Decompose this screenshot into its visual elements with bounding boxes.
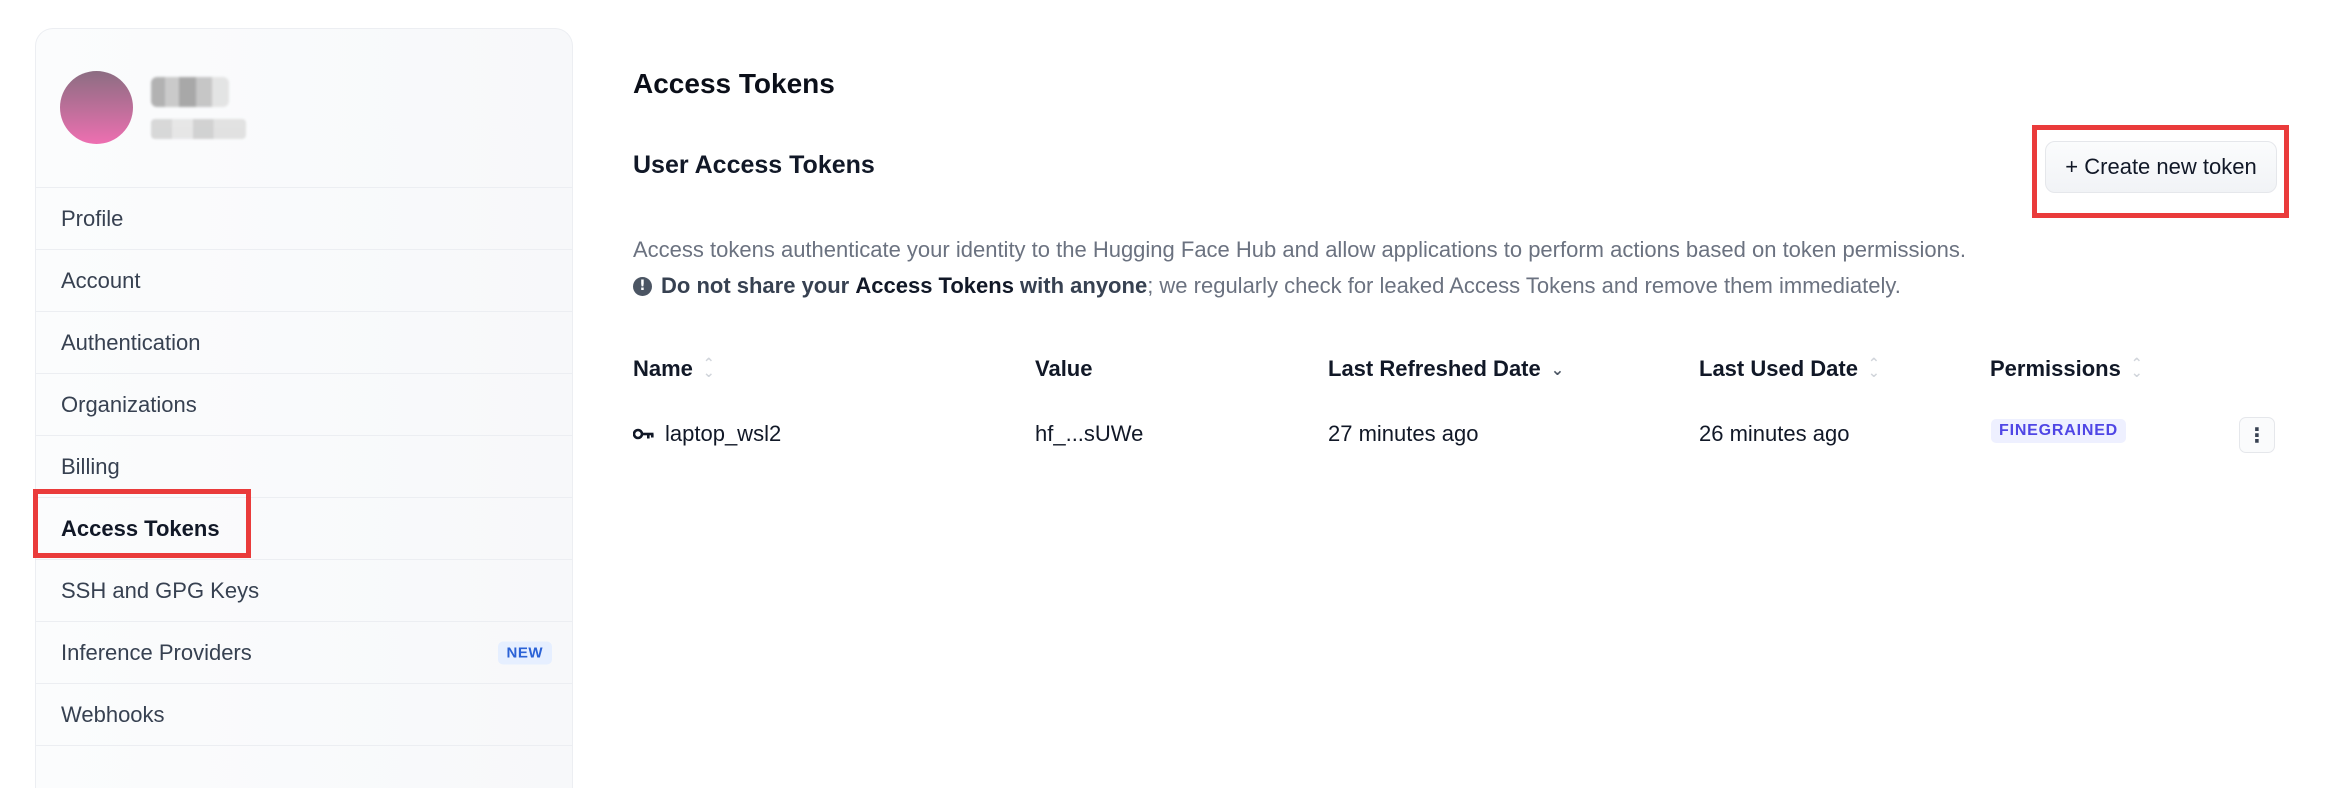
settings-sidebar: Profile Account Authentication Organizat… [35,28,573,788]
sidebar-item-access-tokens[interactable]: Access Tokens [36,498,572,560]
permission-cell: FINEGRAINED [1991,419,2127,443]
warning-part3: with anyone [1013,273,1148,298]
main-content: Access Tokens User Access Tokens + Creat… [633,0,2335,760]
sidebar-item-label: Authentication [61,329,201,355]
last-used-date: 26 minutes ago [1699,421,1850,446]
permission-badge: FINEGRAINED [1991,419,2127,443]
description: Access tokens authenticate your identity… [633,232,1966,304]
sidebar-item-label: Profile [61,205,124,231]
sidebar-item-label: Account [61,267,141,293]
more-options-button[interactable]: ⋮ [2239,417,2275,453]
column-header-last-refreshed[interactable]: Last Refreshed Date ⌄ [1328,356,1564,382]
warning-part2: Access Tokens [855,273,1014,298]
blurred-display-name [151,77,229,107]
profile-header [36,29,572,188]
sort-icon[interactable]: ⌃ ⌄ [1868,357,1880,380]
new-badge: NEW [497,641,552,664]
sidebar-item-inference-providers[interactable]: Inference Providers NEW [36,622,572,684]
sidebar-item-billing[interactable]: Billing [36,436,572,498]
avatar[interactable] [60,71,133,144]
sidebar-item-label: Organizations [61,391,197,417]
token-name-cell: laptop_wsl2 [633,421,781,447]
sidebar-item-authentication[interactable]: Authentication [36,312,572,374]
sidebar-item-ssh-gpg-keys[interactable]: SSH and GPG Keys [36,560,572,622]
warning-line: ! Do not share your Access Tokens with a… [633,268,1966,304]
column-header-label: Last Refreshed Date [1328,356,1541,381]
section-title: User Access Tokens [633,151,875,179]
sidebar-item-label: Access Tokens [61,515,220,541]
sort-descending-icon[interactable]: ⌄ [1551,361,1564,377]
blurred-username [151,119,246,139]
sidebar-item-organizations[interactable]: Organizations [36,374,572,436]
key-icon [633,427,655,441]
description-text: Access tokens authenticate your identity… [633,237,1966,262]
sort-icon[interactable]: ⌃ ⌄ [703,357,715,380]
sidebar-item-label: Billing [61,453,120,479]
column-header-label: Value [1035,356,1093,381]
exclamation-icon: ! [633,276,652,296]
column-header-value: Value [1035,356,1092,382]
column-header-permissions[interactable]: Permissions ⌃ ⌄ [1990,356,2143,382]
token-name: laptop_wsl2 [665,421,782,446]
sort-icon[interactable]: ⌃ ⌄ [2131,357,2143,380]
warning-rest: ; we regularly check for leaked Access T… [1147,273,1901,298]
sidebar-item-account[interactable]: Account [36,250,572,312]
last-refreshed-date: 27 minutes ago [1328,421,1479,446]
sidebar-item-profile[interactable]: Profile [36,188,572,250]
create-new-token-button[interactable]: + Create new token [2045,141,2277,193]
column-header-name[interactable]: Name ⌃ ⌄ [633,356,715,382]
token-value: hf_...sUWe [1035,421,1144,446]
sidebar-item-label: Inference Providers [61,639,252,665]
column-header-label: Last Used Date [1699,356,1858,381]
vertical-dots-icon: ⋮ [2247,423,2267,447]
sidebar-item-label: Webhooks [61,701,165,727]
column-header-label: Permissions [1990,356,2121,381]
sidebar-item-cut-off[interactable] [36,746,572,788]
page-title: Access Tokens [633,68,835,99]
warning-part1: Do not share your [661,273,856,298]
sidebar-item-webhooks[interactable]: Webhooks [36,684,572,746]
column-header-label: Name [633,356,693,381]
sidebar-item-label: SSH and GPG Keys [61,577,260,603]
column-header-last-used[interactable]: Last Used Date ⌃ ⌄ [1699,356,1880,382]
